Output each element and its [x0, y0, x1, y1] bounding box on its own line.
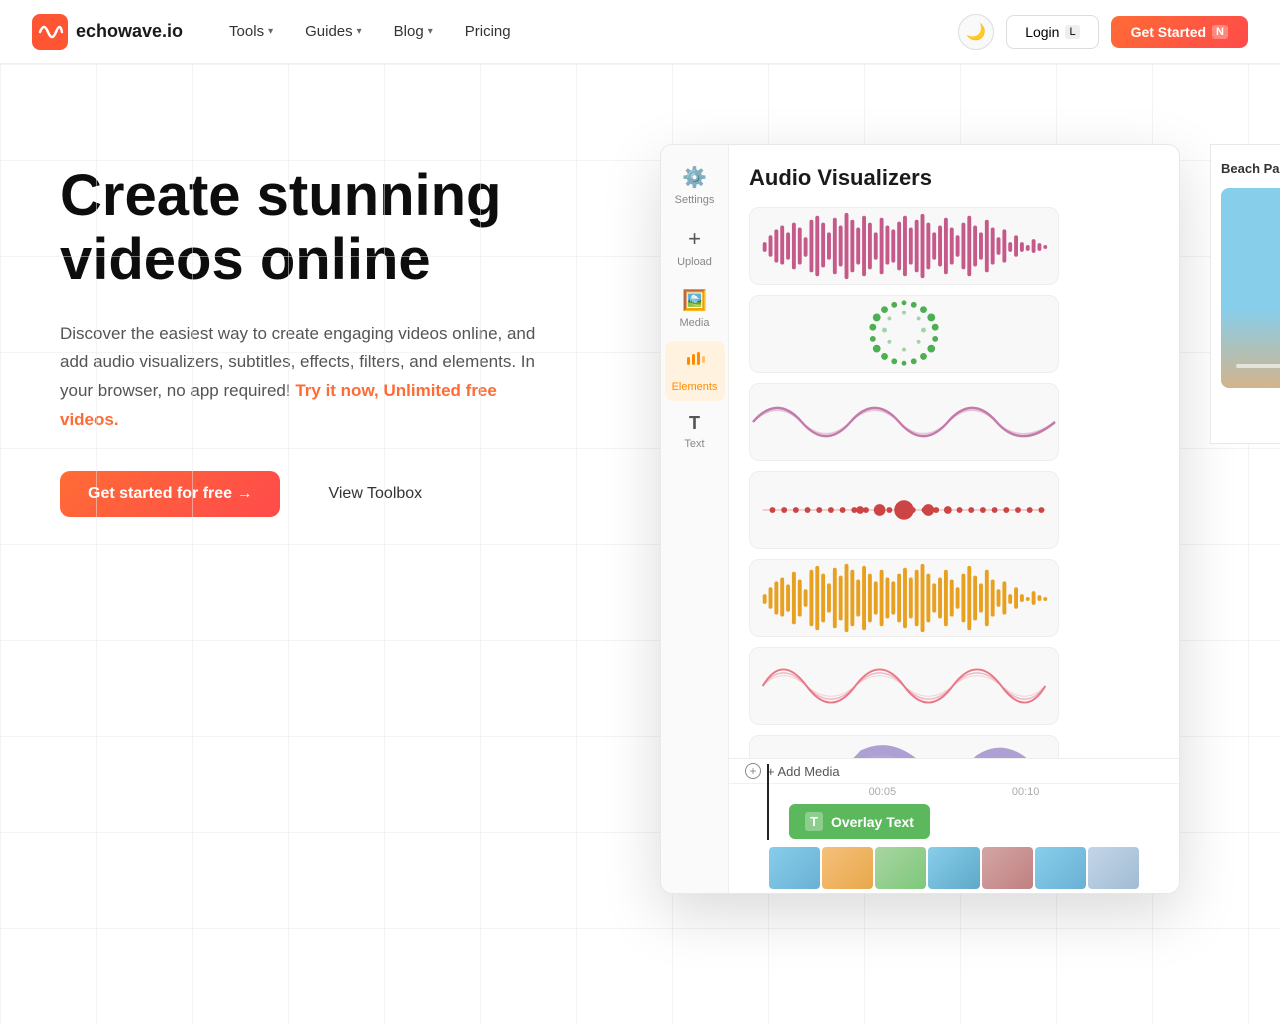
media-icon: 🖼️	[682, 288, 707, 313]
visualizer-grid: /* bars rendered below */	[749, 207, 1159, 795]
nav-tools[interactable]: Tools ▾	[215, 15, 287, 48]
photo-thumb-4	[928, 847, 979, 889]
visualizer-card-dots[interactable]	[749, 471, 1059, 549]
chevron-down-icon: ▾	[268, 26, 273, 37]
upload-icon: +	[688, 226, 701, 252]
chevron-down-icon: ▾	[357, 26, 362, 37]
hero-right: ⚙️ Settings + Upload 🖼️ Media	[620, 64, 1280, 1024]
sidebar-item-elements[interactable]: Elements	[665, 341, 725, 401]
nav-actions: 🌙 Login L Get Started N	[958, 14, 1248, 50]
photo-thumb-5	[982, 847, 1033, 889]
nav-pricing[interactable]: Pricing	[451, 15, 525, 48]
right-panel: Beach Par	[1210, 144, 1280, 444]
editor-sidebar: ⚙️ Settings + Upload 🖼️ Media	[661, 145, 729, 893]
photo-thumb-6	[1035, 847, 1086, 889]
logo-link[interactable]: echowave.io	[32, 14, 183, 50]
nav-links: Tools ▾ Guides ▾ Blog ▾ Pricing	[215, 15, 958, 48]
editor-window: ⚙️ Settings + Upload 🖼️ Media	[660, 144, 1180, 894]
sidebar-item-upload[interactable]: + Upload	[665, 218, 725, 276]
visualizer-card-circle[interactable]	[749, 295, 1059, 373]
overlay-text-chip[interactable]: T Overlay Text	[789, 804, 930, 839]
photo-thumb-1	[769, 847, 820, 889]
photo-thumb-7	[1088, 847, 1139, 889]
photo-thumb-3	[875, 847, 926, 889]
add-media-button[interactable]: + + Add Media	[729, 759, 1179, 783]
login-button[interactable]: Login L	[1006, 15, 1098, 49]
editor-main-panel: Audio Visualizers /* bars rendered below…	[729, 145, 1179, 815]
visualizer-card-wave[interactable]	[749, 383, 1059, 461]
sidebar-item-settings[interactable]: ⚙️ Settings	[665, 157, 725, 214]
theme-toggle-button[interactable]: 🌙	[958, 14, 994, 50]
panel-title: Audio Visualizers	[749, 165, 1159, 191]
photo-thumb-2	[822, 847, 873, 889]
chevron-down-icon: ▾	[428, 26, 433, 37]
settings-icon: ⚙️	[682, 165, 707, 190]
add-icon: +	[745, 763, 761, 779]
timeline-photos	[729, 843, 1179, 893]
logo-icon	[32, 14, 68, 50]
timeline-mark-10s: 00:10	[996, 786, 1056, 798]
sidebar-item-text[interactable]: T Text	[665, 405, 725, 458]
visualizer-card-bars[interactable]: /* bars rendered below */	[749, 207, 1059, 285]
nav-blog[interactable]: Blog ▾	[380, 15, 447, 48]
navbar: echowave.io Tools ▾ Guides ▾ Blog ▾ Pric…	[0, 0, 1280, 64]
logo-text: echowave.io	[76, 21, 183, 42]
get-started-button[interactable]: Get Started N	[1111, 16, 1248, 48]
nav-guides[interactable]: Guides ▾	[291, 15, 376, 48]
editor-preview: ⚙️ Settings + Upload 🖼️ Media	[660, 144, 1220, 944]
timeline-mark-5s: 00:05	[852, 786, 912, 798]
visualizer-card-loops[interactable]	[749, 647, 1059, 725]
text-icon: T	[689, 413, 700, 434]
sidebar-item-media[interactable]: 🖼️ Media	[665, 280, 725, 337]
overlay-text-icon: T	[805, 812, 823, 831]
elements-icon	[684, 349, 706, 377]
hero-section: Create stunning videos online Discover t…	[0, 64, 1280, 1024]
visualizer-card-waveform[interactable]	[749, 559, 1059, 637]
